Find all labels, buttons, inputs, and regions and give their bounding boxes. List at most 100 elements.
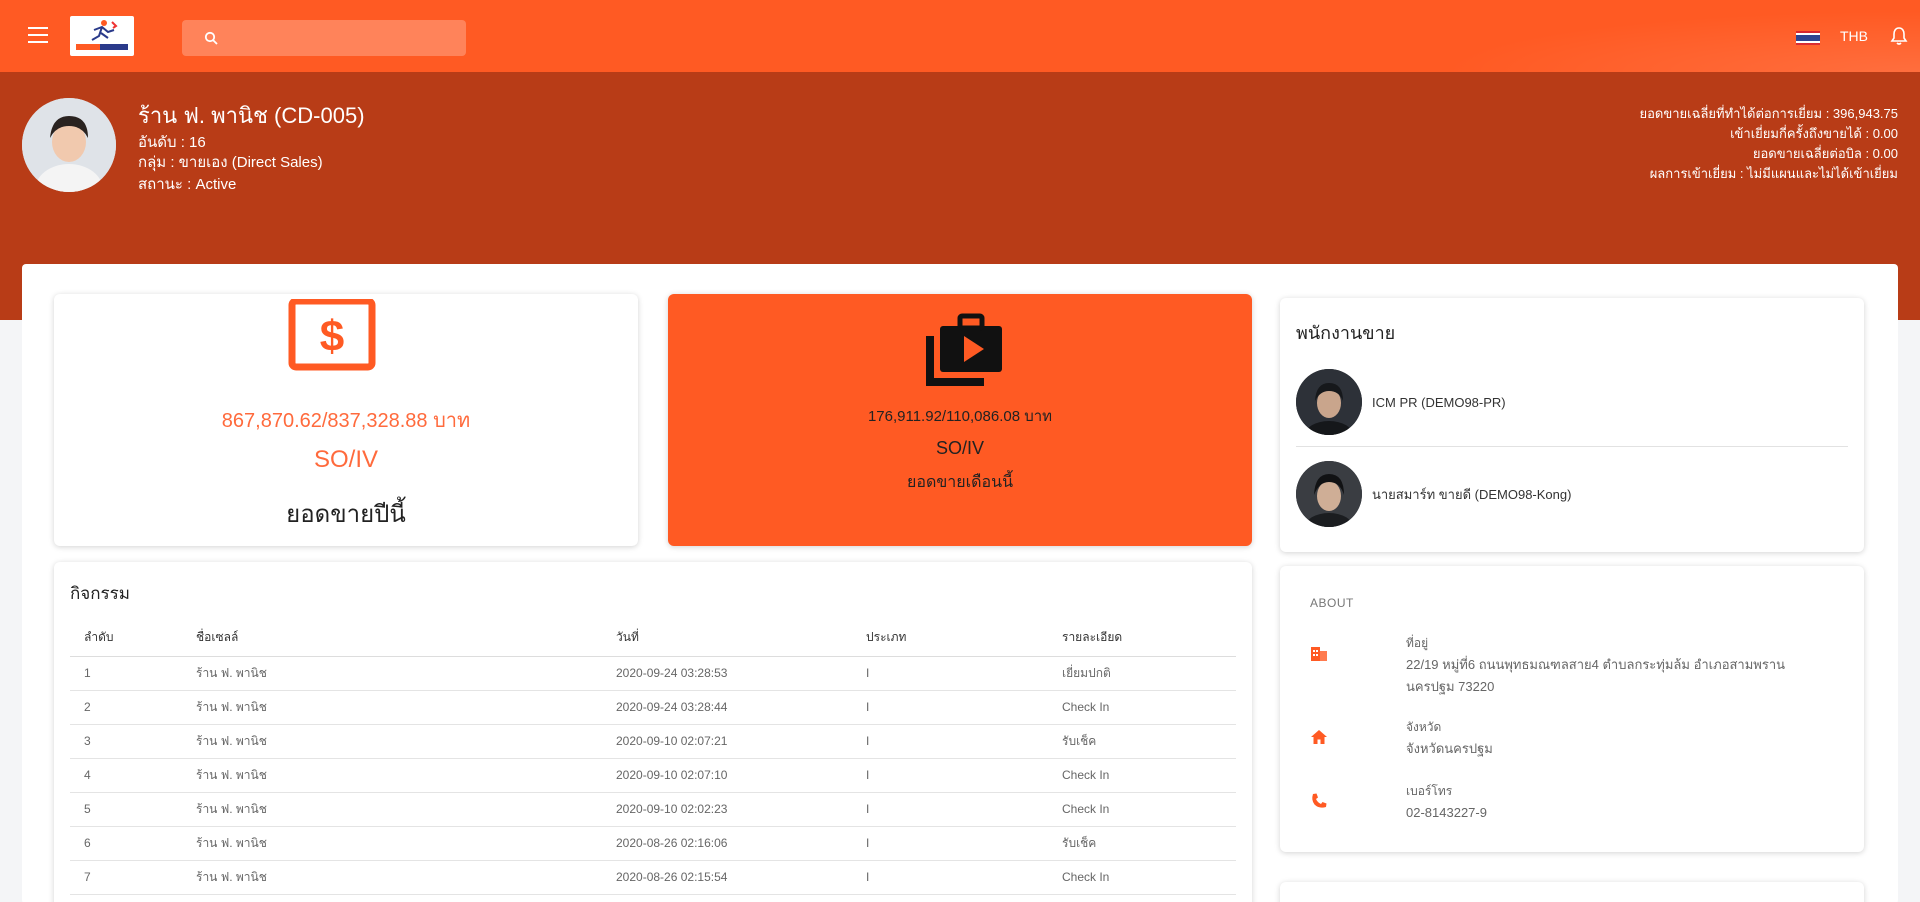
video-library-icon (926, 313, 1002, 386)
column-header-date[interactable]: วันที่ (616, 620, 866, 657)
activity-card: กิจกรรม ลำดับ ชื่อเซลล์ วันที่ ประเภท รา… (54, 562, 1252, 902)
province-value: จังหวัดนครปฐม (1406, 741, 1493, 756)
cell-sales: ร้าน ฟ. พานิช (196, 656, 616, 691)
table-row[interactable]: 6 ร้าน ฟ. พานิช 2020-08-26 02:16:06 I รั… (70, 826, 1236, 861)
cell-detail: Check In (1062, 758, 1236, 793)
cell-sales: ร้าน ฟ. พานิช (196, 758, 616, 793)
store-status: สถานะ : Active (138, 176, 237, 193)
cell-sales: ร้าน ฟ. พานิช (196, 860, 616, 895)
year-sales-label: ยอดขายปีนี้ (286, 501, 406, 528)
stat-avg-sales-per-visit: ยอดขายเฉลี่ยที่ทำได้ต่อการเยี่ยม : 396,9… (1639, 106, 1898, 121)
year-sales-card[interactable]: $ 867,870.62/837,328.88 บาท SO/IV ยอดขาย… (54, 294, 638, 546)
column-header-detail[interactable]: รายละเอียด (1062, 620, 1236, 657)
cell-date: 2020-08-26 02:15:54 (616, 860, 866, 895)
cell-index: 4 (70, 758, 196, 793)
phone-icon (1312, 793, 1327, 808)
runner-logo-icon (91, 20, 118, 41)
cell-type: I (866, 860, 1062, 895)
salesperson-name: นายสมาร์ท ขายดี (DEMO98-Kong) (1372, 486, 1572, 502)
cell-detail: รับเช็ค (1062, 826, 1236, 861)
cell-index: 1 (70, 656, 196, 691)
salesperson-avatar (1296, 461, 1362, 527)
store-group: กลุ่ม : ขายเอง (Direct Sales) (138, 154, 323, 171)
salesperson-photo (1296, 461, 1362, 527)
cell-detail: รับเช็ค (1062, 724, 1236, 759)
store-stats: ยอดขายเฉลี่ยที่ทำได้ต่อการเยี่ยม : 396,9… (1639, 104, 1898, 184)
column-header-type[interactable]: ประเภท (866, 620, 1062, 657)
cell-type: I (866, 724, 1062, 759)
cell-sales: ร้าน ฟ. พานิช (196, 690, 616, 725)
cell-index: 2 (70, 690, 196, 725)
stat-visits-to-sale: เข้าเยี่ยมกี่ครั้งถึงขายได้ : 0.00 (1730, 126, 1898, 141)
table-row[interactable]: 2 ร้าน ฟ. พานิช 2020-09-24 03:28:44 I Ch… (70, 690, 1236, 725)
cell-index: 5 (70, 792, 196, 827)
cell-type: I (866, 826, 1062, 861)
cell-detail: เยี่ยมปกติ (1062, 656, 1236, 691)
month-sales-card[interactable]: 176,911.92/110,086.08 บาท SO/IV ยอดขายเด… (668, 294, 1252, 546)
home-icon (1311, 730, 1327, 744)
salesperson-item[interactable]: ICM PR (DEMO98-PR) (1296, 362, 1848, 442)
year-sales-type: SO/IV (313, 446, 379, 473)
avatar-image (22, 98, 116, 192)
search-input[interactable] (230, 30, 460, 46)
month-sales-type: SO/IV (935, 438, 984, 458)
svg-text:$: $ (320, 312, 344, 361)
year-sales-amount: 867,870.62/837,328.88 บาท (221, 410, 471, 432)
dollar-icon: $ (288, 299, 376, 371)
about-title: ABOUT (1310, 596, 1354, 610)
salesperson-item[interactable]: นายสมาร์ท ขายดี (DEMO98-Kong) (1296, 454, 1848, 534)
table-row[interactable]: 5 ร้าน ฟ. พานิช 2020-09-10 02:02:23 I Ch… (70, 792, 1236, 827)
cell-sales: ร้าน ฟ. พานิช (196, 826, 616, 861)
month-sales-amount: 176,911.92/110,086.08 บาท (867, 408, 1053, 425)
currency-selector[interactable]: THB (1840, 28, 1868, 44)
table-row[interactable]: 4 ร้าน ฟ. พานิช 2020-09-10 02:07:10 I Ch… (70, 758, 1236, 793)
bottom-card (1280, 882, 1864, 902)
about-card: ABOUT ที่อยู่ 22/19 หมู่ที่6 ถนนพุทธมณฑล… (1280, 566, 1864, 852)
bell-icon[interactable] (1890, 26, 1908, 46)
thai-flag-icon[interactable] (1796, 31, 1820, 45)
app-logo[interactable] (70, 16, 134, 56)
activity-table: ลำดับ ชื่อเซลล์ วันที่ ประเภท รายละเอียด… (70, 620, 1236, 895)
cell-index: 3 (70, 724, 196, 759)
menu-icon[interactable] (28, 27, 48, 43)
salespeople-title: พนักงานขาย (1296, 323, 1396, 343)
cell-date: 2020-09-10 02:02:23 (616, 792, 866, 827)
month-sales-label: ยอดขายเดือนนี้ (906, 474, 1013, 491)
cell-sales: ร้าน ฟ. พานิช (196, 792, 616, 827)
top-bar: THB (0, 0, 1920, 72)
table-row[interactable]: 3 ร้าน ฟ. พานิช 2020-09-10 02:07:21 I รั… (70, 724, 1236, 759)
cell-date: 2020-09-10 02:07:21 (616, 724, 866, 759)
activity-title: กิจกรรม (70, 584, 131, 603)
table-header-row: ลำดับ ชื่อเซลล์ วันที่ ประเภท รายละเอียด (70, 620, 1236, 657)
stat-visit-result: ผลการเข้าเยี่ยม : ไม่มีแผนและไม่ได้เข้าเ… (1649, 166, 1898, 181)
column-header-index[interactable]: ลำดับ (70, 620, 196, 657)
logo-bar-dark (100, 44, 128, 50)
search-box[interactable] (182, 20, 466, 56)
search-icon (204, 31, 218, 45)
phone-value: 02-8143227-9 (1406, 805, 1487, 820)
cell-index: 6 (70, 826, 196, 861)
salespeople-card: พนักงานขาย ICM PR (DEMO98-PR) นายสมาร์ท … (1280, 298, 1864, 552)
cell-type: I (866, 656, 1062, 691)
table-row[interactable]: 1 ร้าน ฟ. พานิช 2020-09-24 03:28:53 I เย… (70, 656, 1236, 691)
salesperson-photo (1296, 369, 1362, 435)
address-label: ที่อยู่ (1406, 636, 1429, 650)
store-avatar (22, 98, 116, 192)
province-label: จังหวัด (1406, 720, 1442, 734)
building-icon (1311, 647, 1327, 661)
table-row[interactable]: 7 ร้าน ฟ. พานิช 2020-08-26 02:15:54 I Ch… (70, 860, 1236, 895)
phone-label: เบอร์โทร (1406, 784, 1453, 798)
address-value: 22/19 หมู่ที่6 ถนนพุทธมณฑลสาย4 ตำบลกระทุ… (1406, 657, 1786, 694)
cell-sales: ร้าน ฟ. พานิช (196, 724, 616, 759)
cell-date: 2020-08-26 02:16:06 (616, 826, 866, 861)
cell-type: I (866, 792, 1062, 827)
cell-detail: Check In (1062, 792, 1236, 827)
salesperson-avatar (1296, 369, 1362, 435)
cell-index: 7 (70, 860, 196, 895)
column-header-sales[interactable]: ชื่อเซลล์ (196, 620, 616, 657)
stat-avg-sales-per-bill: ยอดขายเฉลี่ยต่อบิล : 0.00 (1752, 146, 1898, 161)
cell-date: 2020-09-10 02:07:10 (616, 758, 866, 793)
salesperson-name: ICM PR (DEMO98-PR) (1372, 394, 1506, 410)
cell-type: I (866, 690, 1062, 725)
cell-date: 2020-09-24 03:28:53 (616, 656, 866, 691)
